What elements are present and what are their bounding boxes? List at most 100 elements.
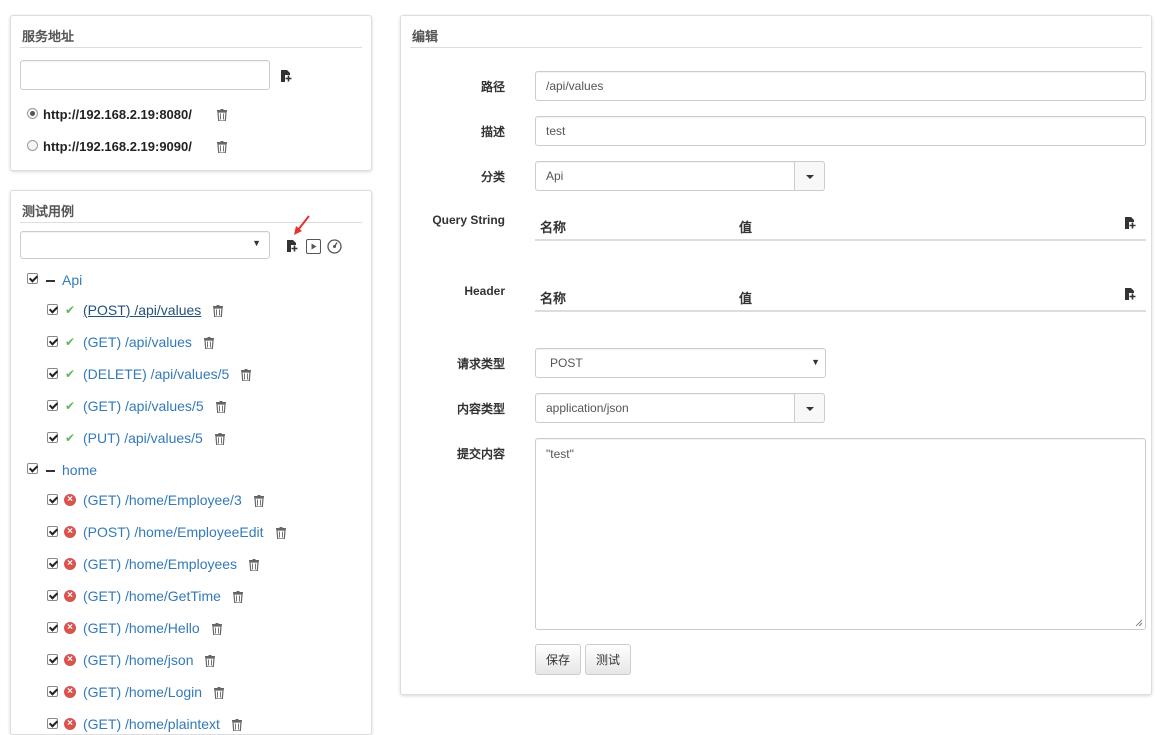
chevron-down-icon[interactable] <box>794 162 824 190</box>
trash-icon[interactable] <box>214 687 224 699</box>
add-file-icon[interactable] <box>279 69 293 83</box>
querystring-label: Query String <box>432 213 505 227</box>
category-label: 分类 <box>480 170 505 184</box>
trash-icon[interactable] <box>204 337 214 349</box>
qs-header-rule <box>535 239 1146 241</box>
add-file-icon[interactable] <box>285 239 299 253</box>
divider <box>410 47 1142 48</box>
service-radio-2[interactable] <box>27 140 38 151</box>
error-icon: × <box>64 494 76 506</box>
save-button[interactable]: 保存 <box>535 644 581 675</box>
case-link[interactable]: (GET) /home/plaintext <box>83 716 220 732</box>
chevron-down-icon[interactable] <box>794 394 824 422</box>
collapse-icon[interactable] <box>46 470 55 472</box>
service-url-1[interactable]: http://192.168.2.19:8080/ <box>43 107 192 122</box>
trash-icon[interactable] <box>233 591 243 603</box>
trash-icon[interactable] <box>215 433 225 445</box>
method-label: 请求类型 <box>456 357 505 371</box>
case-checkbox[interactable] <box>47 494 58 505</box>
service-panel: 服务地址 http://192.168.2.19:8080/ http://19… <box>10 15 372 171</box>
service-url-2[interactable]: http://192.168.2.19:9090/ <box>43 139 192 154</box>
case-checkbox[interactable] <box>47 718 58 729</box>
case-checkbox[interactable] <box>47 432 58 443</box>
test-button[interactable]: 测试 <box>585 644 631 675</box>
play-icon[interactable] <box>306 239 321 254</box>
test-cases-title: 测试用例 <box>22 204 75 219</box>
case-checkbox[interactable] <box>47 400 58 411</box>
test-case-select[interactable]: ▼ <box>20 231 270 259</box>
case-link[interactable]: (POST) /api/values <box>83 302 201 318</box>
collapse-icon[interactable] <box>46 280 55 282</box>
case-link[interactable]: (GET) /home/Login <box>83 684 202 700</box>
divider <box>20 47 362 48</box>
case-checkbox[interactable] <box>47 654 58 665</box>
trash-icon[interactable] <box>232 719 242 731</box>
case-link[interactable]: (DELETE) /api/values/5 <box>83 366 229 382</box>
case-checkbox[interactable] <box>47 558 58 569</box>
qs-col-value: 值 <box>739 220 753 235</box>
desc-input[interactable]: test <box>535 116 1146 146</box>
content-type-value: application/json <box>546 401 629 415</box>
case-checkbox[interactable] <box>47 686 58 697</box>
resize-handle-icon[interactable] <box>1135 619 1143 627</box>
case-link[interactable]: (PUT) /api/values/5 <box>83 430 203 446</box>
error-icon: × <box>64 622 76 634</box>
case-checkbox[interactable] <box>47 304 58 315</box>
editor-panel: 编辑 路径 /api/values 描述 test 分类 Api Query S… <box>400 15 1152 695</box>
case-link[interactable]: (GET) /home/json <box>83 652 193 668</box>
case-checkbox[interactable] <box>47 590 58 601</box>
trash-icon[interactable] <box>241 369 251 381</box>
case-link[interactable]: (GET) /home/Hello <box>83 620 200 636</box>
method-value: POST <box>550 356 583 370</box>
error-icon: × <box>64 526 76 538</box>
trash-icon[interactable] <box>212 623 222 635</box>
case-checkbox[interactable] <box>47 526 58 537</box>
trash-icon[interactable] <box>205 655 215 667</box>
trash-icon[interactable] <box>213 305 223 317</box>
check-icon: ✔ <box>65 399 76 413</box>
qs-col-name: 名称 <box>540 220 567 235</box>
content-type-combobox[interactable]: application/json <box>535 393 825 423</box>
service-url-input[interactable] <box>20 60 270 90</box>
trash-icon[interactable] <box>217 141 227 153</box>
body-value: "test" <box>546 447 574 461</box>
group-checkbox-api[interactable] <box>27 273 38 284</box>
group-label-home[interactable]: home <box>62 462 97 478</box>
method-select[interactable]: POST ▼ <box>535 348 826 378</box>
case-link[interactable]: (GET) /home/Employee/3 <box>83 492 242 508</box>
case-link[interactable]: (GET) /home/GetTime <box>83 588 221 604</box>
case-checkbox[interactable] <box>47 368 58 379</box>
case-link[interactable]: (GET) /api/values <box>83 334 192 350</box>
red-arrow-annotation <box>294 215 310 235</box>
case-link[interactable]: (GET) /home/Employees <box>83 556 237 572</box>
trash-icon[interactable] <box>217 109 227 121</box>
path-input[interactable]: /api/values <box>535 71 1146 101</box>
service-radio-1[interactable] <box>27 108 38 119</box>
add-file-icon[interactable] <box>1123 287 1137 301</box>
trash-icon[interactable] <box>216 401 226 413</box>
path-label: 路径 <box>480 80 505 94</box>
case-checkbox[interactable] <box>47 622 58 633</box>
category-combobox[interactable]: Api <box>535 161 825 191</box>
body-textarea[interactable]: "test" <box>535 438 1146 630</box>
check-icon: ✔ <box>65 335 76 349</box>
trash-icon[interactable] <box>276 527 286 539</box>
case-link[interactable]: (GET) /api/values/5 <box>83 398 204 414</box>
speed-gauge-icon[interactable] <box>327 239 342 254</box>
trash-icon[interactable] <box>249 559 259 571</box>
chevron-down-icon: ▼ <box>252 238 261 248</box>
editor-title: 编辑 <box>412 29 439 44</box>
content-type-label: 内容类型 <box>456 402 505 416</box>
header-col-value: 值 <box>739 291 753 306</box>
error-icon: × <box>64 718 76 730</box>
trash-icon[interactable] <box>254 495 264 507</box>
service-panel-title: 服务地址 <box>22 29 75 44</box>
group-checkbox-home[interactable] <box>27 463 38 474</box>
test-cases-panel: 测试用例 ▼ Api ✔ (POST) /api/values ✔ (GET) /ap… <box>10 190 372 735</box>
group-label-api[interactable]: Api <box>62 272 82 288</box>
error-icon: × <box>64 654 76 666</box>
header-col-name: 名称 <box>540 291 567 306</box>
case-checkbox[interactable] <box>47 336 58 347</box>
add-file-icon[interactable] <box>1123 216 1137 230</box>
case-link[interactable]: (POST) /home/EmployeeEdit <box>83 524 264 540</box>
